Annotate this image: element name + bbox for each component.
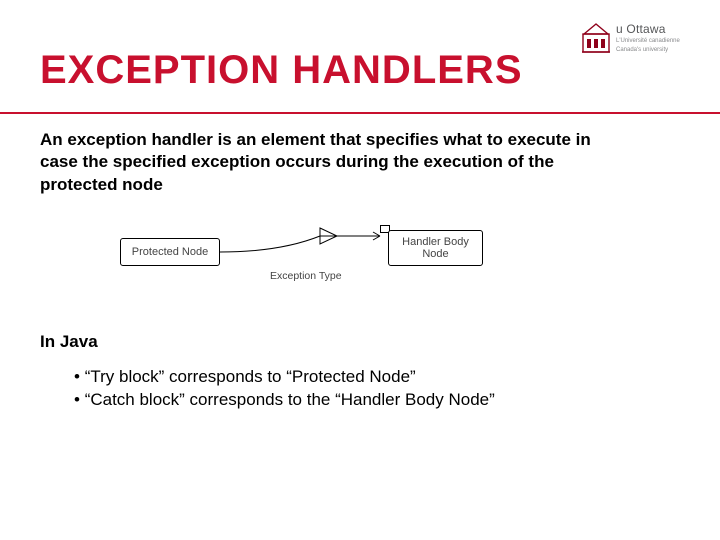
- uottawa-logo: u Ottawa L'Université canadienne Canada'…: [582, 22, 692, 76]
- logo-sub-2: Canada's university: [616, 47, 680, 54]
- logo-main-text: u Ottawa: [616, 22, 680, 36]
- title-divider: [0, 112, 720, 114]
- handler-body-node-box: Handler Body Node: [388, 230, 483, 266]
- building-icon: [582, 22, 610, 54]
- list-item: “Try block” corresponds to “Protected No…: [74, 366, 680, 389]
- bullet-list: “Try block” corresponds to “Protected No…: [74, 366, 680, 412]
- logo-text: u Ottawa L'Université canadienne Canada'…: [616, 22, 680, 53]
- intro-paragraph: An exception handler is an element that …: [40, 129, 600, 196]
- protected-node-box: Protected Node: [120, 238, 220, 266]
- exception-diagram: Protected Node Handler Body Node Excepti…: [120, 222, 530, 302]
- exception-type-label: Exception Type: [270, 270, 342, 282]
- list-item: “Catch block” corresponds to the “Handle…: [74, 389, 680, 412]
- java-subheading: In Java: [40, 332, 680, 352]
- slide: u Ottawa L'Université canadienne Canada'…: [0, 0, 720, 540]
- logo-sub-1: L'Université canadienne: [616, 38, 680, 45]
